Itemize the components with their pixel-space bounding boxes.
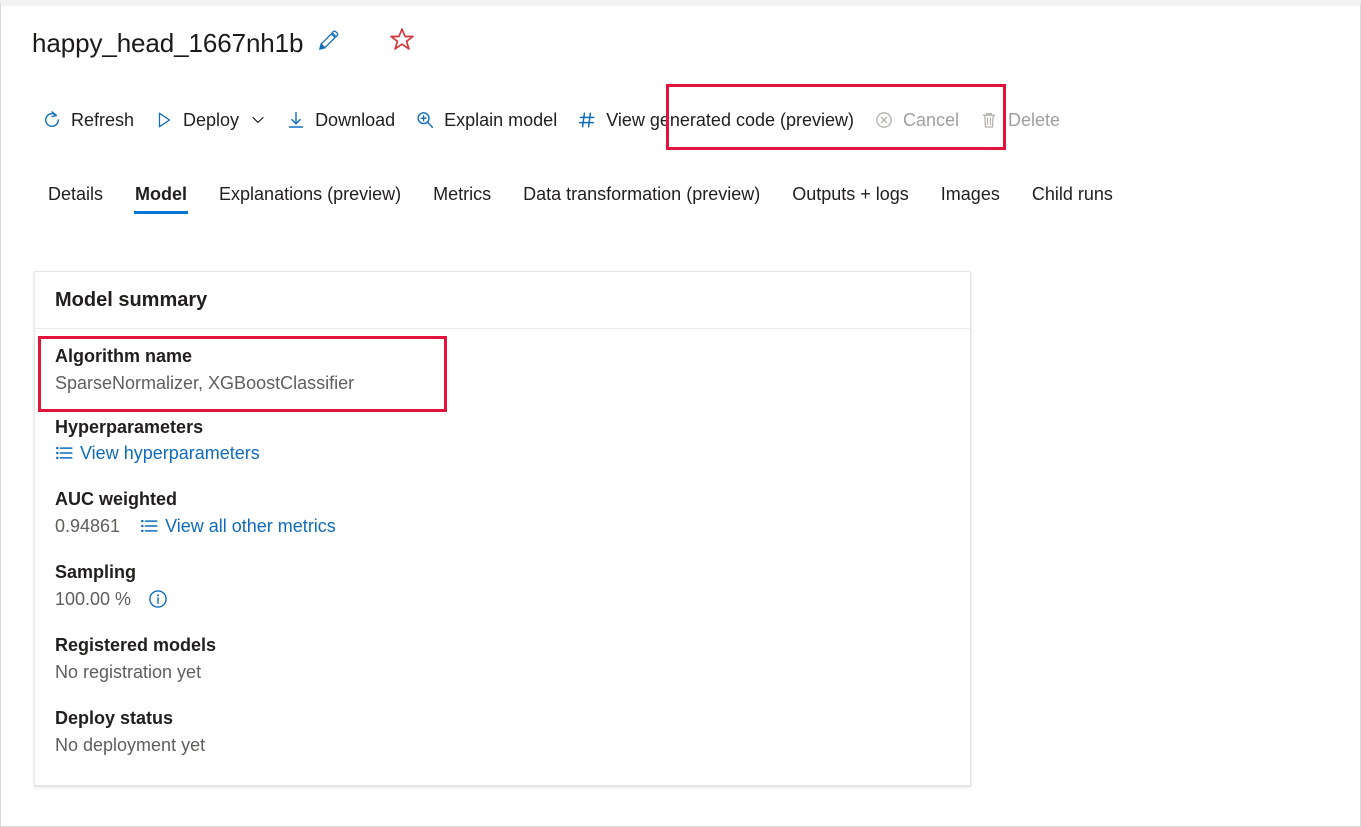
list-icon	[140, 517, 158, 535]
explain-model-button[interactable]: Explain model	[405, 98, 567, 142]
view-generated-code-button[interactable]: View generated code (preview)	[567, 98, 864, 142]
explain-model-label: Explain model	[444, 109, 557, 131]
chevron-down-icon[interactable]	[250, 112, 266, 128]
deploy-status-label: Deploy status	[55, 705, 950, 731]
play-icon	[154, 110, 174, 130]
page-title: happy_head_1667nh1b	[32, 27, 303, 59]
view-generated-code-label: View generated code (preview)	[606, 109, 854, 131]
tab-explanations[interactable]: Explanations (preview)	[203, 176, 417, 220]
hash-icon	[577, 110, 597, 130]
star-icon[interactable]	[388, 26, 416, 59]
auc-weighted-field: AUC weighted 0.94861 View all othe	[55, 486, 950, 540]
model-summary-title: Model summary	[55, 289, 207, 312]
registered-models-field: Registered models No registration yet	[55, 632, 950, 686]
registered-models-value: No registration yet	[55, 658, 950, 686]
model-summary-card: Model summary Algorithm name SparseNorma…	[34, 271, 971, 786]
download-icon	[286, 110, 306, 130]
algorithm-name-label: Algorithm name	[55, 343, 950, 369]
page-header: happy_head_1667nh1b	[32, 26, 416, 59]
view-hyperparameters-label: View hyperparameters	[80, 440, 260, 466]
tab-images[interactable]: Images	[925, 176, 1016, 220]
deploy-label: Deploy	[183, 109, 239, 131]
trash-icon	[979, 110, 999, 130]
cancel-label: Cancel	[903, 109, 959, 131]
auc-weighted-row: 0.94861 View all other metrics	[55, 512, 950, 540]
cancel-circle-icon	[874, 110, 894, 130]
deploy-status-value: No deployment yet	[55, 731, 950, 759]
refresh-button[interactable]: Refresh	[32, 98, 144, 142]
pencil-icon[interactable]	[316, 27, 342, 58]
hyperparameters-field: Hyperparameters View hyperparameters	[55, 414, 950, 467]
download-button[interactable]: Download	[276, 98, 405, 142]
hyperparameters-label: Hyperparameters	[55, 414, 950, 440]
sampling-value: 100.00 %	[55, 585, 131, 613]
model-summary-body: Algorithm name SparseNormalizer, XGBoost…	[35, 329, 970, 785]
tab-child-runs[interactable]: Child runs	[1016, 176, 1129, 220]
delete-button: Delete	[969, 98, 1070, 142]
download-label: Download	[315, 109, 395, 131]
view-hyperparameters-link[interactable]: View hyperparameters	[55, 440, 260, 466]
tab-metrics[interactable]: Metrics	[417, 176, 507, 220]
refresh-label: Refresh	[71, 109, 134, 131]
view-all-other-metrics-label: View all other metrics	[165, 513, 336, 539]
model-summary-header: Model summary	[35, 272, 970, 329]
deploy-status-field: Deploy status No deployment yet	[55, 705, 950, 759]
sampling-field: Sampling 100.00 %	[55, 559, 950, 613]
view-all-other-metrics-link[interactable]: View all other metrics	[140, 513, 336, 539]
deploy-button[interactable]: Deploy	[144, 98, 276, 142]
tab-details[interactable]: Details	[32, 176, 119, 220]
auc-weighted-value: 0.94861	[55, 512, 120, 540]
tab-model[interactable]: Model	[119, 176, 203, 220]
list-icon	[55, 444, 73, 462]
delete-label: Delete	[1008, 109, 1060, 131]
tab-data-transformation[interactable]: Data transformation (preview)	[507, 176, 776, 220]
sampling-label: Sampling	[55, 559, 950, 585]
tab-bar: Details Model Explanations (preview) Met…	[32, 176, 1129, 226]
registered-models-label: Registered models	[55, 632, 950, 658]
cancel-button: Cancel	[864, 98, 969, 142]
algorithm-name-value: SparseNormalizer, XGBoostClassifier	[55, 369, 950, 397]
info-icon[interactable]	[147, 588, 169, 610]
tab-outputs-logs[interactable]: Outputs + logs	[776, 176, 925, 220]
refresh-icon	[42, 110, 62, 130]
auc-weighted-label: AUC weighted	[55, 486, 950, 512]
sampling-row: 100.00 %	[55, 585, 950, 613]
algorithm-name-field: Algorithm name SparseNormalizer, XGBoost…	[55, 343, 950, 397]
command-bar: Refresh Deploy	[32, 98, 1070, 142]
run-details-page: happy_head_1667nh1b Refresh	[0, 0, 1361, 827]
magnifier-plus-icon	[415, 110, 435, 130]
